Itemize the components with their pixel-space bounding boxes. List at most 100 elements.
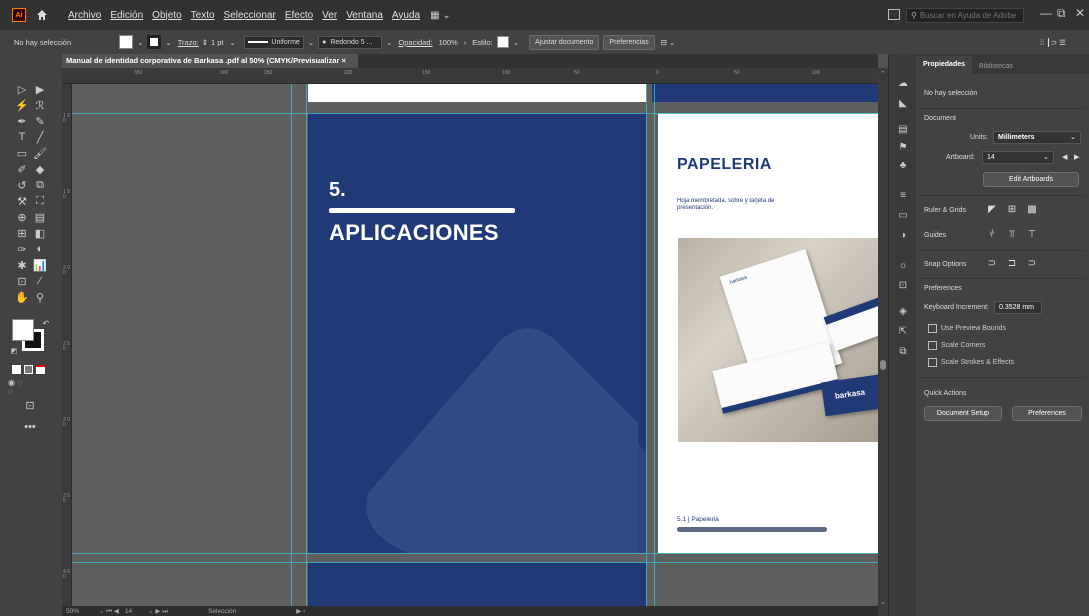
- symbols-panel-icon[interactable]: ♣: [897, 160, 909, 171]
- selection-tool-icon[interactable]: ▷: [14, 82, 30, 96]
- links-panel-icon[interactable]: ⇱: [897, 326, 909, 337]
- blend-tool-icon[interactable]: ◐: [32, 242, 48, 256]
- guide-vertical[interactable]: [306, 84, 307, 616]
- gradient-tool-icon[interactable]: ◧: [32, 226, 48, 240]
- guide-vertical[interactable]: [291, 84, 292, 616]
- arrange-document-button[interactable]: Ajustar documento: [529, 34, 600, 50]
- status-menu-icon[interactable]: ▶ ‹: [296, 607, 305, 615]
- transparency-panel-icon[interactable]: ◑: [897, 230, 909, 241]
- menu-seleccionar[interactable]: Seleccionar: [224, 10, 276, 21]
- gradient-mode-button[interactable]: [24, 365, 33, 374]
- lock-guides-icon[interactable]: ⫪: [1006, 229, 1018, 240]
- eyedropper-tool-icon[interactable]: ✑: [14, 242, 30, 256]
- hand-tool-icon[interactable]: ✋: [14, 290, 30, 304]
- guide-horizontal[interactable]: [72, 562, 878, 563]
- guide-horizontal[interactable]: [72, 113, 878, 114]
- horizontal-ruler[interactable]: 350 300 250 200 150 100 50 0 50 100: [62, 68, 878, 84]
- stroke-weight-dropdown-icon[interactable]: ⌄: [230, 38, 236, 47]
- artboard-number[interactable]: 14: [125, 608, 132, 615]
- none-mode-button[interactable]: [36, 365, 45, 374]
- transparency-grid-icon[interactable]: ▩: [1026, 204, 1038, 215]
- document-tab-close-icon[interactable]: ×: [342, 56, 346, 65]
- shaper-tool-icon[interactable]: ✐: [14, 162, 30, 176]
- paintbrush-tool-icon[interactable]: 🖌: [32, 146, 48, 160]
- artboard-prev-icon[interactable]: ◀: [1062, 153, 1067, 161]
- variable-width-profile[interactable]: Uniforme: [243, 35, 304, 49]
- opacity-field[interactable]: 100%: [439, 38, 458, 47]
- eraser-tool-icon[interactable]: ◆: [32, 162, 48, 176]
- curvature-tool-icon[interactable]: ✎: [32, 114, 48, 128]
- stroke-weight-field[interactable]: 1 pt: [211, 38, 224, 47]
- graph-tool-icon[interactable]: 📊: [32, 258, 48, 272]
- scroll-down-icon[interactable]: ⌄: [880, 598, 886, 606]
- snap-to-glyph-icon[interactable]: ⊃: [1026, 258, 1038, 269]
- stroke-dropdown-icon[interactable]: ⌄: [165, 38, 171, 47]
- graphic-styles-panel-icon[interactable]: ⊡: [897, 280, 909, 291]
- stroke-swatch[interactable]: [147, 35, 162, 49]
- appearance-panel-icon[interactable]: ☼: [897, 260, 909, 271]
- scale-corners-checkbox[interactable]: [928, 341, 937, 350]
- tab-bibliotecas[interactable]: Bibliotecas: [972, 63, 1020, 74]
- lasso-tool-icon[interactable]: ℛ: [32, 98, 48, 112]
- free-transform-tool-icon[interactable]: ⛶: [32, 194, 48, 208]
- arrange-documents-icon[interactable]: [888, 9, 900, 20]
- guide-vertical[interactable]: [654, 84, 655, 616]
- stroke-stepper-icon[interactable]: ⇕: [202, 38, 208, 47]
- stroke-label[interactable]: Trazo:: [178, 38, 199, 47]
- guide-horizontal[interactable]: [72, 553, 878, 554]
- document-setup-button[interactable]: Document Setup: [924, 406, 1002, 421]
- vertical-scroll-thumb[interactable]: [880, 360, 886, 370]
- units-select[interactable]: Millimeters ⌄: [993, 131, 1081, 144]
- use-preview-bounds-checkbox[interactable]: [928, 324, 937, 333]
- style-dropdown-icon[interactable]: ⌄: [513, 38, 519, 47]
- pen-tool-icon[interactable]: ✒: [14, 114, 30, 128]
- keyboard-increment-field[interactable]: 0.3528 mm: [994, 301, 1042, 314]
- artboard-canvas[interactable]: 5. APLICACIONES PAPELERIA Hoja membretad…: [72, 84, 878, 616]
- fill-swatch[interactable]: [119, 35, 134, 49]
- minimize-icon[interactable]: —: [1040, 6, 1052, 20]
- menu-ayuda[interactable]: Ayuda: [392, 10, 420, 21]
- restore-icon[interactable]: ⧉: [1057, 6, 1066, 21]
- edit-artboards-button[interactable]: Edit Artboards: [983, 172, 1079, 187]
- panel-menu-icon[interactable]: ⁞⁞ ┃⊃ ☰: [1040, 38, 1066, 47]
- opacity-chevron-icon[interactable]: ›: [464, 38, 467, 47]
- menu-archivo[interactable]: Archivo: [68, 10, 101, 21]
- fill-color-box[interactable]: [12, 319, 34, 341]
- opacity-label[interactable]: Opacidad:: [398, 38, 432, 47]
- preferences-panel-button[interactable]: Preferences: [1012, 406, 1082, 421]
- close-icon[interactable]: ✕: [1075, 6, 1085, 20]
- fill-dropdown-icon[interactable]: ⌄: [137, 38, 143, 47]
- menu-ventana[interactable]: Ventana: [346, 10, 383, 21]
- artboard-tool-icon[interactable]: ⊡: [14, 274, 30, 288]
- direct-selection-tool-icon[interactable]: ▶: [32, 82, 48, 96]
- show-guides-icon[interactable]: ⫩: [986, 229, 998, 240]
- color-mode-button[interactable]: [12, 365, 21, 374]
- symbol-sprayer-tool-icon[interactable]: ✱: [14, 258, 30, 272]
- rectangle-tool-icon[interactable]: ▭: [14, 146, 30, 160]
- artboard-next-icon[interactable]: ▶: [1074, 153, 1079, 161]
- artboard-nav-icons[interactable]: ⌄ ⏮ ◀: [99, 607, 119, 616]
- preferences-button[interactable]: Preferencias: [603, 34, 655, 50]
- menu-efecto[interactable]: Efecto: [285, 10, 313, 21]
- zoom-tool-icon[interactable]: ⚲: [32, 290, 48, 304]
- scroll-up-icon[interactable]: ⌃: [880, 70, 886, 78]
- menu-ver[interactable]: Ver: [322, 10, 337, 21]
- menu-objeto[interactable]: Objeto: [152, 10, 181, 21]
- artboard-nav-next-icons[interactable]: ⌄ ▶ ⏭: [148, 607, 168, 616]
- snap-to-pixel-icon[interactable]: ⊐: [1006, 258, 1018, 269]
- screen-mode-icon[interactable]: ⊡: [22, 398, 38, 412]
- grid-icon[interactable]: ⊞: [1006, 204, 1018, 215]
- magic-wand-tool-icon[interactable]: ⚡: [14, 98, 30, 112]
- line-tool-icon[interactable]: ╱: [32, 130, 48, 144]
- brush-definition[interactable]: ● Redondo 5 ...: [318, 35, 383, 49]
- layers-panel-icon[interactable]: ▤: [897, 124, 909, 135]
- zoom-level[interactable]: 50%: [66, 608, 79, 615]
- brushes-panel-icon[interactable]: ⚑: [897, 142, 909, 153]
- scale-strokes-checkbox[interactable]: [928, 358, 937, 367]
- draw-mode-icon[interactable]: ◉ ◌ ◌: [8, 378, 24, 396]
- scale-tool-icon[interactable]: ⧉: [32, 178, 48, 192]
- vertical-ruler[interactable]: 1 0 0 1 5 0 2 0 0 2 5 0 3 0 0 3 5 0 4 0 …: [62, 84, 72, 616]
- menu-edicion[interactable]: Edición: [110, 10, 143, 21]
- menu-texto[interactable]: Texto: [191, 10, 215, 21]
- perspective-grid-tool-icon[interactable]: ▤: [32, 210, 48, 224]
